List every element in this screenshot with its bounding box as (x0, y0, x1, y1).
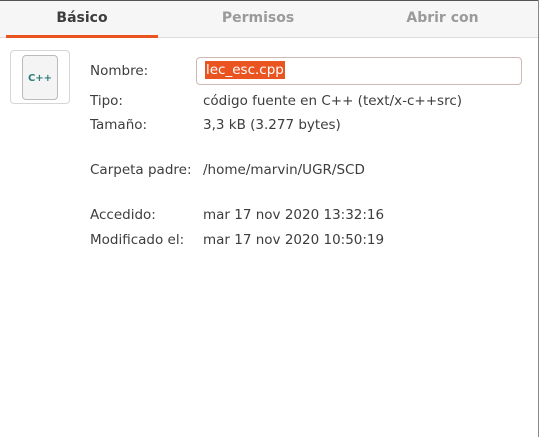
cpp-file-icon: C++ (22, 55, 58, 100)
name-input[interactable]: lec_esc.cpp (196, 57, 522, 85)
tab-bar: Básico Permisos Abrir con (0, 1, 538, 38)
size-value: 3,3 kB (3.277 bytes) (203, 117, 341, 133)
parent-value: /home/marvin/UGR/SCD (203, 162, 365, 178)
modified-label: Modificado el: (90, 232, 185, 248)
type-value: código fuente en C++ (text/x-c++src) (203, 93, 463, 109)
file-icon-button[interactable]: C++ (10, 50, 70, 104)
accessed-value: mar 17 nov 2020 13:32:16 (203, 207, 385, 223)
size-label: Tamaño: (90, 117, 148, 133)
accessed-label: Accedido: (90, 207, 156, 223)
modified-value: mar 17 nov 2020 10:50:19 (203, 232, 385, 248)
tab-permisos[interactable]: Permisos (178, 1, 338, 38)
tab-basico[interactable]: Básico (6, 1, 158, 38)
name-label: Nombre: (90, 63, 149, 79)
tab-abrir-con[interactable]: Abrir con (360, 1, 525, 38)
type-label: Tipo: (90, 93, 123, 109)
parent-label: Carpeta padre: (90, 162, 192, 178)
name-input-value: lec_esc.cpp (205, 61, 285, 79)
